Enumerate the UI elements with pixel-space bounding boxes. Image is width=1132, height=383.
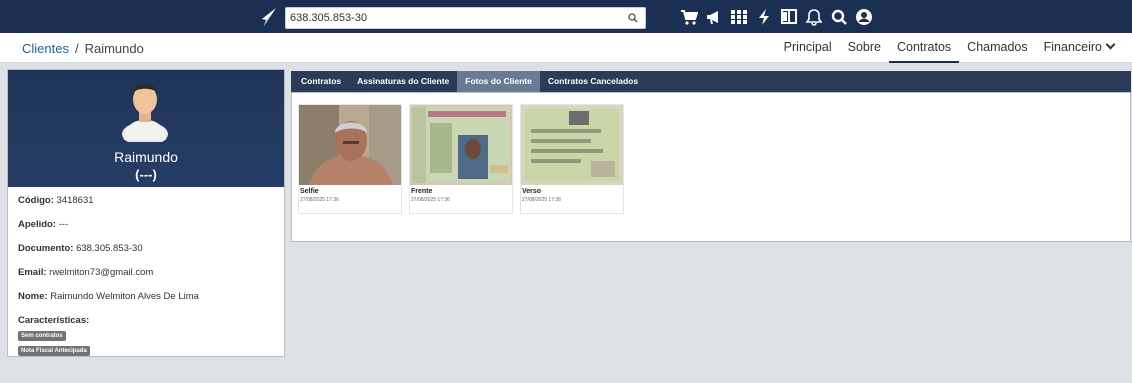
field-email: Email: rwelmiton73@gmail.com	[18, 267, 154, 278]
avatar-icon	[122, 84, 168, 142]
photo-frente-date: 27/08/2025 17:36	[411, 197, 450, 203]
photo-card-verso[interactable]: Verso 27/08/2025 17:36	[520, 104, 624, 214]
photo-selfie-caption: Selfie	[300, 188, 319, 195]
breadcrumb-clientes-link[interactable]: Clientes	[22, 41, 69, 56]
photo-selfie-image[interactable]	[299, 105, 401, 185]
photo-verso-date: 27/08/2025 17:36	[522, 197, 561, 203]
client-name: Raimundo	[114, 149, 178, 165]
photo-verso-image[interactable]	[521, 105, 623, 185]
logo-icon[interactable]	[258, 7, 278, 27]
photo-frente-caption: Frente	[411, 188, 433, 195]
cart-icon[interactable]	[680, 8, 698, 26]
photos-panel: Selfie 27/08/2025 17:36 Frente 27/08/202…	[291, 92, 1131, 242]
photo-card-frente[interactable]: Frente 27/08/2025 17:36	[409, 104, 513, 214]
top-bar	[0, 0, 1132, 33]
nav-chamados[interactable]: Chamados	[959, 33, 1035, 63]
nav-financeiro-label: Financeiro	[1043, 40, 1102, 54]
field-apelido: Apelido: ---	[18, 219, 69, 230]
photo-verso-caption: Verso	[522, 188, 542, 195]
field-documento: Documento: 638.305.853-30	[18, 243, 143, 254]
profile-fields: Código: 3418631 Apelido: --- Documento: …	[8, 187, 284, 356]
client-profile-panel: Raimundo (---) Código: 3418631 Apelido: …	[7, 69, 285, 357]
tab-assinaturas[interactable]: Assinaturas do Cliente	[349, 71, 457, 92]
tab-fotos[interactable]: Fotos do Cliente	[457, 71, 540, 92]
tag-nota-fiscal: Nota Fiscal Antecipada	[18, 346, 90, 356]
tab-contratos[interactable]: Contratos	[293, 71, 349, 92]
breadcrumb: Clientes / Raimundo	[22, 41, 144, 56]
bell-icon[interactable]	[805, 8, 823, 26]
profile-header: Raimundo (---)	[8, 70, 284, 187]
search-input[interactable]	[286, 8, 621, 28]
nav-financeiro[interactable]: Financeiro	[1036, 33, 1122, 63]
search-box	[285, 7, 646, 29]
nav-contratos[interactable]: Contratos	[888, 33, 960, 63]
grid-icon[interactable]	[730, 8, 748, 26]
megaphone-icon[interactable]	[705, 8, 723, 26]
breadcrumb-row: Clientes / Raimundo Principal Sobre Contra…	[0, 33, 1132, 63]
toolbar-icons	[680, 7, 873, 27]
breadcrumb-current: Raimundo	[84, 41, 144, 56]
field-nome: Nome: Raimundo Welmiton Alves De Lima	[18, 291, 199, 302]
nav-sobre[interactable]: Sobre	[840, 33, 889, 63]
chevron-down-icon	[1105, 39, 1116, 50]
photo-selfie-date: 27/08/2025 17:36	[300, 197, 339, 203]
search-icon[interactable]	[830, 8, 848, 26]
photo-card-selfie[interactable]: Selfie 27/08/2025 17:36	[298, 104, 402, 214]
field-codigo: Código: 3418631	[18, 195, 94, 206]
search-button-icon[interactable]	[627, 12, 639, 24]
bolt-icon[interactable]	[755, 8, 773, 26]
user-circle-icon[interactable]	[855, 8, 873, 26]
client-tabs: Contratos Assinaturas do Cliente Fotos d…	[291, 71, 1131, 92]
section-nav: Principal Sobre Contratos Chamados Finan…	[776, 33, 1122, 63]
book-icon[interactable]	[780, 8, 798, 26]
client-nickname: (---)	[135, 167, 157, 182]
caracteristicas-label: Características:	[18, 315, 90, 326]
photo-frente-image[interactable]	[410, 105, 512, 185]
nav-principal[interactable]: Principal	[776, 33, 840, 63]
tab-contratos-cancelados[interactable]: Contratos Cancelados	[540, 71, 646, 92]
tag-sem-contratos: Sem contratos	[18, 331, 66, 341]
